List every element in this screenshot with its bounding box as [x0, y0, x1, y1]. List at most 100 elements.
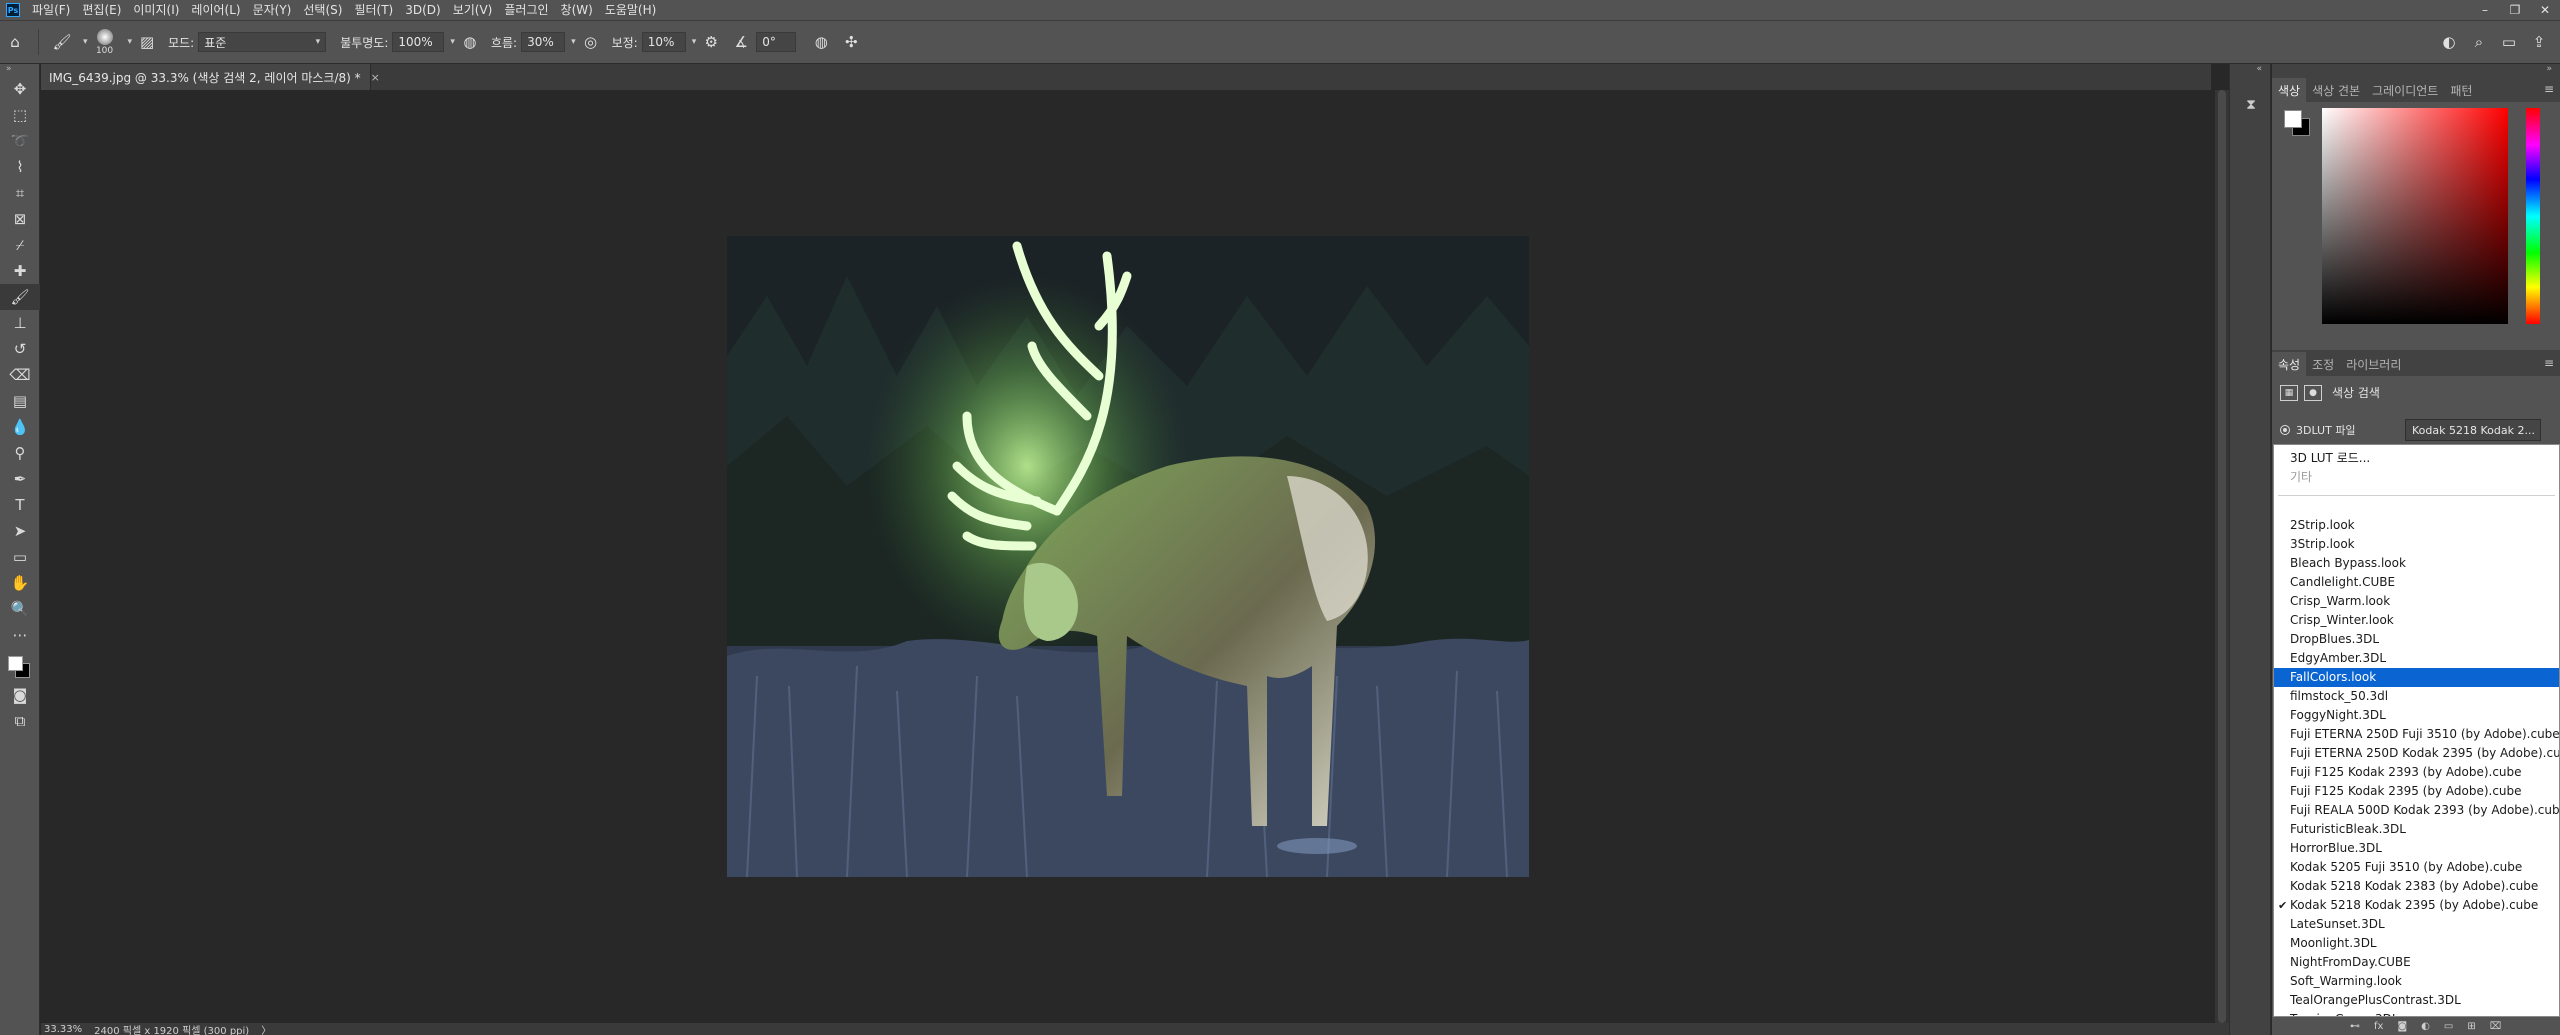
menu-select[interactable]: 선택(S)	[297, 0, 348, 20]
mask-icon[interactable]: ◙	[2397, 1021, 2407, 1032]
lasso-tool-icon[interactable]: ➰	[0, 128, 40, 154]
discover-icon[interactable]: ◐	[2436, 29, 2462, 55]
pressure-opacity-icon[interactable]: ◍	[457, 29, 483, 55]
new-layer-icon[interactable]: ⊞	[2467, 1021, 2475, 1032]
tab-gradients[interactable]: 그레이디언트	[2366, 78, 2444, 102]
lut-option[interactable]: filmstock_50.3dl	[2274, 687, 2559, 706]
search-icon[interactable]: ⌕	[2466, 29, 2492, 55]
clone-stamp-tool-icon[interactable]: ⊥	[0, 310, 40, 336]
menu-3d[interactable]: 3D(D)	[399, 0, 446, 20]
lut-option[interactable]: Candlelight.CUBE	[2274, 573, 2559, 592]
foreground-color-swatch[interactable]	[8, 656, 23, 671]
flow-field[interactable]: 30%	[521, 32, 566, 52]
lut-option[interactable]: DropBlues.3DL	[2274, 630, 2559, 649]
frame-tool-icon[interactable]: ⊠	[0, 206, 40, 232]
lut-option[interactable]: Fuji REALA 500D Kodak 2393 (by Adobe).cu…	[2274, 801, 2559, 820]
zoom-tool-icon[interactable]: 🔍	[0, 596, 40, 622]
pen-tool-icon[interactable]: ✒	[0, 466, 40, 492]
menu-type[interactable]: 문자(Y)	[247, 0, 298, 20]
brush-size-picker[interactable]: 100	[88, 25, 122, 59]
menu-filter[interactable]: 필터(T)	[348, 0, 399, 20]
foreground-color-swatch[interactable]	[2284, 110, 2302, 128]
tab-swatches[interactable]: 색상 견본	[2306, 78, 2366, 102]
lut-option[interactable]: Fuji F125 Kodak 2393 (by Adobe).cube	[2274, 763, 2559, 782]
menu-help[interactable]: 도움말(H)	[599, 0, 663, 20]
layer-mask-icon[interactable]: ●	[2304, 384, 2322, 401]
blur-tool-icon[interactable]: 💧	[0, 414, 40, 440]
hand-tool-icon[interactable]: ✋	[0, 570, 40, 596]
tab-libraries[interactable]: 라이브러리	[2340, 352, 2407, 376]
panel-menu-icon[interactable]: ≡	[2544, 356, 2554, 370]
chevron-down-icon[interactable]: ▾	[450, 37, 455, 47]
chevron-down-icon[interactable]: ▾	[128, 37, 133, 47]
chevron-down-icon[interactable]: ▾	[692, 37, 697, 47]
lut-option[interactable]: Bleach Bypass.look	[2274, 554, 2559, 573]
trash-icon[interactable]: ⌧	[2490, 1021, 2502, 1032]
tab-adjustments[interactable]: 조정	[2306, 352, 2340, 376]
menu-plugins[interactable]: 플러그인	[498, 0, 554, 20]
adjustment-grid-icon[interactable]: ▦	[2280, 384, 2298, 401]
airbrush-icon[interactable]: ◎	[578, 29, 604, 55]
lut-option[interactable]: NightFromDay.CUBE	[2274, 953, 2559, 972]
lut-option[interactable]: HorrorBlue.3DL	[2274, 839, 2559, 858]
lut-option[interactable]: LateSunset.3DL	[2274, 915, 2559, 934]
chevron-down-icon[interactable]: ▾	[571, 37, 576, 47]
color-swatches[interactable]	[0, 648, 40, 682]
collapse-icon[interactable]: »	[0, 64, 39, 76]
menu-image[interactable]: 이미지(I)	[127, 0, 185, 20]
lut-option-checked[interactable]: ✔ Kodak 5218 Kodak 2395 (by Adobe).cube	[2274, 896, 2559, 915]
scrollbar-thumb[interactable]	[2218, 90, 2226, 1023]
menu-view[interactable]: 보기(V)	[447, 0, 499, 20]
lut-option[interactable]: Fuji F125 Kodak 2395 (by Adobe).cube	[2274, 782, 2559, 801]
lut-option[interactable]: 3Strip.look	[2274, 535, 2559, 554]
history-brush-tool-icon[interactable]: ↺	[0, 336, 40, 362]
eyedropper-tool-icon[interactable]: ⌿	[0, 232, 40, 258]
home-icon[interactable]: ⌂	[2, 29, 28, 55]
lut-option[interactable]: Fuji ETERNA 250D Fuji 3510 (by Adobe).cu…	[2274, 725, 2559, 744]
zoom-level[interactable]: 33.33%	[44, 1024, 82, 1035]
folder-icon[interactable]: ▭	[2444, 1021, 2453, 1032]
lut-option[interactable]: Kodak 5218 Kodak 2383 (by Adobe).cube	[2274, 877, 2559, 896]
pressure-size-icon[interactable]: ◍	[808, 29, 834, 55]
lut-option[interactable]: EdgyAmber.3DL	[2274, 649, 2559, 668]
share-icon[interactable]: ⇪	[2526, 29, 2552, 55]
color-picker-field[interactable]	[2322, 108, 2508, 324]
opacity-field[interactable]: 100%	[392, 32, 445, 52]
brush-settings-icon[interactable]: ▨	[134, 29, 160, 55]
type-tool-icon[interactable]: T	[0, 492, 40, 518]
path-selection-tool-icon[interactable]: ➤	[0, 518, 40, 544]
vertical-scrollbar[interactable]	[2215, 90, 2229, 1023]
menu-window[interactable]: 창(W)	[555, 0, 599, 20]
close-tab-icon[interactable]: ×	[371, 71, 380, 84]
screen-mode-icon[interactable]: ⧉	[0, 708, 40, 734]
menu-edit[interactable]: 편집(E)	[76, 0, 127, 20]
document-tab[interactable]: IMG_6439.jpg @ 33.3% (색상 검색 2, 레이어 마스크/8…	[41, 64, 380, 90]
angle-field[interactable]: 0°	[756, 32, 797, 52]
move-tool-icon[interactable]: ✥	[0, 76, 40, 102]
lut-option[interactable]: Soft_Warming.look	[2274, 972, 2559, 991]
lut-radio[interactable]	[2280, 425, 2290, 435]
menu-file[interactable]: 파일(F)	[26, 0, 76, 20]
more-tools-icon[interactable]: ⋯	[0, 622, 40, 648]
history-panel-icon[interactable]: ⧗	[2230, 90, 2272, 120]
lut-option[interactable]: Crisp_Warm.look	[2274, 592, 2559, 611]
close-icon[interactable]: ✕	[2530, 0, 2560, 20]
quick-mask-icon[interactable]: ◙	[0, 682, 40, 708]
document-image[interactable]	[727, 236, 1529, 877]
restore-icon[interactable]: ❐	[2500, 0, 2530, 20]
collapse-icon[interactable]: «	[2230, 64, 2270, 76]
crop-tool-icon[interactable]: ⌗	[0, 180, 40, 206]
tab-properties[interactable]: 속성	[2272, 352, 2307, 376]
lut-option[interactable]: Fuji ETERNA 250D Kodak 2395 (by Adobe).c…	[2274, 744, 2559, 763]
link-icon[interactable]: ⊷	[2350, 1021, 2360, 1032]
dodge-tool-icon[interactable]: ⚲	[0, 440, 40, 466]
collapse-icon[interactable]: »	[2272, 64, 2560, 76]
mode-select[interactable]: 표준 ▾	[198, 32, 327, 52]
lut-option[interactable]: Moonlight.3DL	[2274, 934, 2559, 953]
minimize-icon[interactable]: –	[2470, 0, 2500, 20]
menu-layer[interactable]: 레이어(L)	[185, 0, 246, 20]
lut-option[interactable]: 2Strip.look	[2274, 516, 2559, 535]
hue-slider[interactable]	[2526, 108, 2540, 324]
lut-option[interactable]: TensionGreen.3DL	[2274, 1010, 2559, 1016]
status-arrow-icon[interactable]: 〉	[261, 1022, 271, 1035]
